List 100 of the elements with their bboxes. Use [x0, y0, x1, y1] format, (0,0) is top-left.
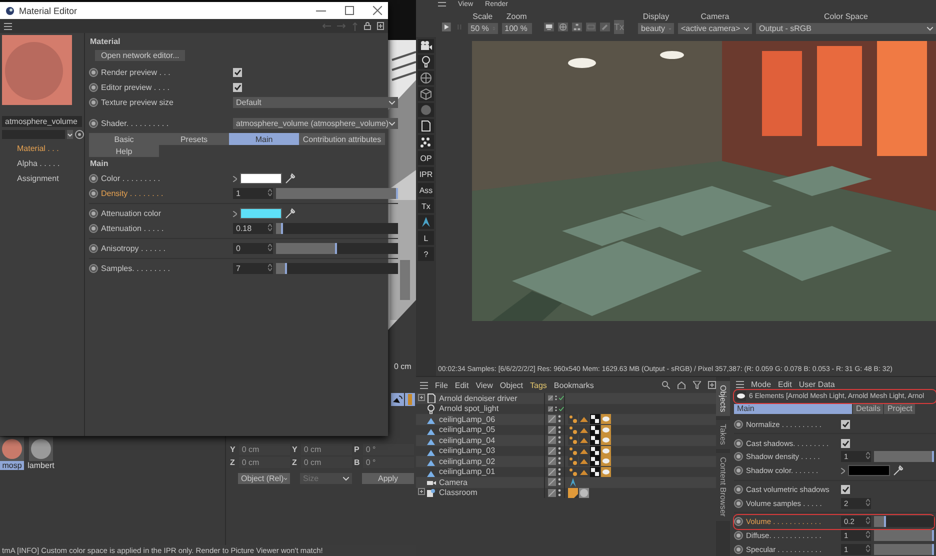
coordinate-field[interactable]: 0 ° — [362, 444, 414, 455]
vertex-map-tag-icon[interactable] — [568, 446, 578, 456]
mesh-light-tag-icon[interactable] — [601, 435, 611, 446]
checker-tag-icon[interactable] — [590, 435, 600, 446]
spinner-icon[interactable] — [866, 498, 870, 506]
hair-tag-icon[interactable] — [579, 414, 589, 424]
tab[interactable]: Basic — [89, 133, 159, 145]
object-name[interactable]: ceilingLamp_04 — [439, 436, 496, 445]
slider[interactable] — [874, 451, 934, 462]
slider[interactable] — [276, 223, 398, 234]
object-name[interactable]: ceilingLamp_02 — [439, 456, 496, 466]
mesh-light-tag-icon[interactable] — [601, 424, 611, 435]
coordinate-field[interactable]: 0 cm — [300, 444, 352, 455]
menu-icon[interactable] — [4, 22, 12, 30]
new-panel-icon[interactable] — [708, 381, 716, 389]
nav-item[interactable]: Assignment — [2, 172, 84, 184]
target-icon[interactable] — [75, 130, 84, 139]
hierarchy-icon[interactable] — [572, 20, 582, 34]
checker-tag-icon[interactable] — [590, 456, 600, 466]
eyedropper-icon[interactable] — [285, 173, 295, 184]
tool-button[interactable]: Ass — [418, 183, 434, 197]
spinner-icon[interactable] — [866, 452, 870, 460]
spinner-icon[interactable] — [268, 189, 272, 196]
expand-icon[interactable] — [418, 394, 425, 401]
spinner-icon[interactable] — [268, 224, 272, 231]
slider-thumb[interactable] — [334, 243, 337, 254]
visibility-icon[interactable] — [548, 415, 556, 424]
lock-icon[interactable] — [364, 22, 371, 30]
slider-thumb[interactable] — [396, 188, 398, 199]
slider-thumb[interactable] — [281, 223, 284, 234]
globe-icon[interactable] — [558, 20, 568, 34]
slider[interactable] — [874, 516, 934, 528]
maximize-icon[interactable] — [345, 6, 354, 15]
material-thumbnail[interactable]: mosp — [0, 437, 24, 470]
mesh-light-tag-icon[interactable] — [601, 456, 611, 466]
tab[interactable]: Help — [89, 145, 159, 157]
arnold-icon[interactable] — [418, 215, 434, 229]
checkbox[interactable] — [841, 420, 850, 430]
coordinate-field[interactable]: 0 ° — [362, 457, 414, 468]
visibility-icon[interactable] — [548, 436, 556, 444]
visibility-dots-icon[interactable] — [558, 415, 561, 424]
color-swatch[interactable] — [240, 208, 282, 219]
speaker-icon[interactable] — [391, 393, 404, 406]
menu-icon[interactable] — [438, 2, 446, 7]
menu-item[interactable]: View — [476, 380, 493, 390]
slider[interactable] — [276, 243, 398, 254]
nav-item[interactable]: Alpha . . . . . — [2, 157, 84, 169]
coordinate-field[interactable]: 0 cm — [238, 457, 290, 468]
apply-button[interactable]: Apply — [362, 473, 414, 484]
checkbox[interactable] — [233, 83, 242, 92]
globe-icon[interactable] — [418, 71, 434, 85]
mesh-light-tag-icon[interactable] — [601, 446, 611, 456]
slider-thumb[interactable] — [284, 263, 287, 274]
checker-tag-icon[interactable] — [590, 466, 600, 477]
visibility-icon[interactable] — [548, 404, 554, 413]
cube-icon[interactable] — [418, 87, 434, 101]
checkbox[interactable] — [841, 438, 850, 448]
slider[interactable] — [276, 188, 398, 199]
side-tab[interactable]: Objects — [716, 381, 730, 416]
hair-tag-icon[interactable] — [579, 456, 589, 466]
document-icon[interactable] — [418, 119, 434, 133]
vertex-map-tag-icon[interactable] — [568, 414, 578, 424]
menu-item[interactable]: Object — [500, 380, 524, 390]
number-field[interactable]: 100 % — [502, 23, 532, 34]
home-icon[interactable] — [677, 381, 686, 389]
dropdown[interactable]: Default — [233, 97, 398, 108]
visibility-icon[interactable] — [548, 457, 556, 466]
tool-button[interactable]: IPR — [418, 167, 434, 181]
spinner-icon[interactable] — [866, 544, 870, 552]
tab[interactable]: Details — [853, 404, 884, 414]
spinner-icon[interactable] — [268, 264, 272, 271]
hair-tag-icon[interactable] — [579, 435, 589, 446]
open-network-editor-button[interactable]: Open network editor... — [95, 50, 186, 61]
eraser-icon[interactable] — [600, 20, 610, 34]
checker-tag-icon[interactable] — [590, 424, 600, 435]
side-tab[interactable]: Takes — [716, 420, 730, 450]
color-swatch[interactable] — [240, 173, 282, 184]
close-icon[interactable] — [373, 6, 382, 15]
number-field[interactable]: 50 % — [468, 23, 498, 34]
search-icon[interactable] — [662, 381, 670, 389]
object-name[interactable]: Arnold spot_light — [439, 404, 499, 414]
tool-button[interactable]: ? — [418, 247, 434, 261]
dropdown[interactable]: atmosphere_volume (atmosphere_volume) — [233, 118, 398, 129]
light-bulb-icon[interactable] — [418, 55, 434, 69]
visibility-icon[interactable] — [548, 446, 556, 455]
dropdown[interactable]: Output - sRGB — [756, 23, 936, 34]
dropdown[interactable]: Object (Rel) — [238, 473, 290, 484]
spinner-icon[interactable] — [866, 517, 870, 524]
checker-tag-icon[interactable] — [590, 414, 600, 424]
expand-icon[interactable] — [418, 488, 425, 496]
object-name[interactable]: ceilingLamp_03 — [439, 446, 496, 456]
menu-item[interactable]: Bookmarks — [554, 380, 594, 390]
slider[interactable] — [874, 544, 934, 555]
slider[interactable] — [276, 263, 398, 274]
menu-item[interactable]: Mode — [751, 380, 772, 389]
object-name[interactable]: ceilingLamp_01 — [439, 467, 496, 476]
new-panel-icon[interactable] — [377, 22, 384, 30]
phong-tag-icon[interactable] — [568, 488, 578, 498]
camera-icon[interactable] — [418, 39, 434, 53]
dropdown[interactable]: beauty — [638, 23, 674, 34]
